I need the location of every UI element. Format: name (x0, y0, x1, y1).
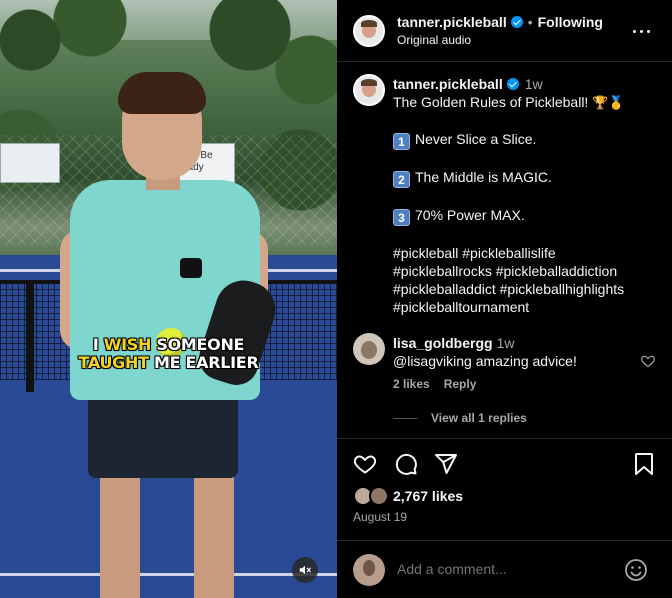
likes-count[interactable]: 2,767 likes (393, 488, 463, 504)
post-side-panel: tanner.pickleball • Following Original aud… (337, 0, 672, 598)
keycap-number-icon: 3 (393, 209, 410, 226)
hashtag-line[interactable]: #pickleballrocks #pickleballaddiction (393, 262, 663, 280)
comment-bubble-icon[interactable] (394, 452, 418, 476)
hashtag-line[interactable]: #pickleball #pickleballislife (393, 244, 663, 262)
current-user-avatar (353, 554, 385, 586)
verified-badge-icon (510, 16, 523, 28)
separator-dot: • (527, 14, 533, 30)
likes-row[interactable]: 2,767 likes (353, 486, 463, 506)
speaker-muted-icon (299, 565, 311, 575)
comment-composer (337, 540, 672, 598)
caption-title-row: The Golden Rules of Pickleball! 🏆🥇 (393, 93, 663, 112)
mute-toggle-button[interactable] (292, 557, 318, 583)
player-figure (60, 70, 283, 598)
caption-author-username[interactable]: tanner.pickleball (393, 76, 503, 92)
more-options-icon[interactable] (633, 30, 651, 34)
comment-like-heart-icon[interactable] (640, 353, 656, 369)
emoji-picker-icon[interactable] (624, 558, 648, 582)
comment-time: 1w (496, 335, 515, 351)
post-time: 1w (524, 76, 543, 92)
lapel-mic (180, 258, 202, 278)
trophy-icon: 🏆 (592, 95, 609, 110)
view-replies-link[interactable]: View all 1 replies (393, 411, 527, 425)
author-row: tanner.pickleball • Following (397, 14, 603, 30)
keycap-number-icon: 2 (393, 171, 410, 188)
replies-divider (393, 417, 417, 419)
verified-badge-icon (506, 78, 519, 90)
comment-text: @lisagviking amazing advice! (393, 353, 577, 369)
author-avatar[interactable] (353, 15, 385, 47)
keycap-number-icon: 1 (393, 133, 410, 150)
post-date: August 19 (353, 510, 408, 524)
caption-title: The Golden Rules of Pickleball! (393, 94, 589, 110)
video-player[interactable]: ays Be eady I WISH SOMEONE TAUGHT ME EAR… (0, 0, 337, 598)
caption-author-avatar[interactable] (353, 74, 385, 106)
add-comment-input[interactable] (397, 561, 617, 577)
video-caption: I WISH SOMEONE TAUGHT ME EARLIER (78, 335, 259, 372)
author-username[interactable]: tanner.pickleball (397, 14, 507, 30)
reply-button[interactable]: Reply (444, 377, 477, 391)
share-paper-plane-icon[interactable] (434, 452, 458, 476)
following-button[interactable]: Following (538, 14, 603, 30)
commenter-username[interactable]: lisa_goldbergg (393, 335, 493, 351)
rule-item: 3 70% Power MAX. (393, 206, 663, 226)
hashtag-line[interactable]: #pickleballaddict #pickleballhighlights (393, 280, 663, 298)
medal-icon: 🥇 (608, 95, 625, 110)
commenter-avatar[interactable] (353, 333, 385, 365)
comment-likes-count[interactable]: 2 likes (393, 377, 430, 391)
original-audio-link[interactable]: Original audio (397, 33, 471, 47)
comments-section: tanner.pickleball 1w The Golden Rules of … (337, 63, 672, 439)
rule-item: 1 Never Slice a Slice. (393, 130, 663, 150)
save-bookmark-icon[interactable] (633, 452, 655, 476)
rule-item: 2 The Middle is MAGIC. (393, 168, 663, 188)
court-banner-left (0, 143, 60, 183)
action-bar (337, 452, 672, 480)
hashtag-line[interactable]: #pickleballtournament (393, 298, 663, 316)
like-heart-icon[interactable] (353, 452, 377, 476)
post-header: tanner.pickleball • Following Original aud… (337, 0, 672, 62)
liker-avatar (369, 486, 389, 506)
